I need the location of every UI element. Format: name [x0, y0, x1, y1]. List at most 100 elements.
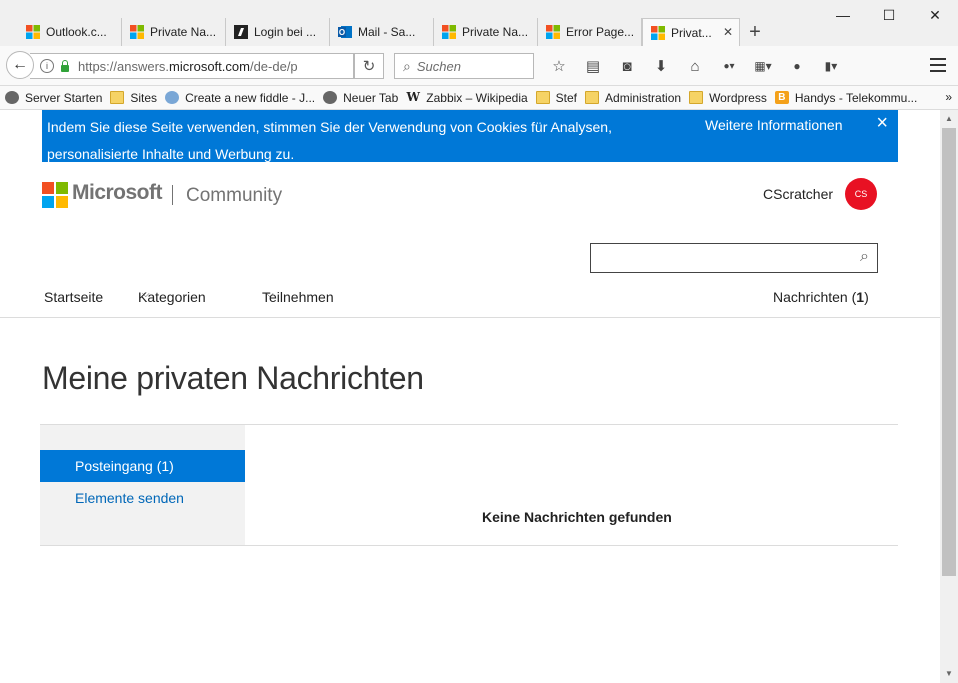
bookmark-item[interactable]: Neuer Tab [323, 91, 398, 105]
bookmark-label: Administration [605, 90, 682, 105]
browser-tab[interactable]: Outlook.c... [18, 18, 122, 46]
browser-tab[interactable]: Private Na... [122, 18, 226, 46]
window-controls: — ☐ ✕ [820, 0, 958, 30]
folder-icon [110, 91, 125, 104]
bookmark-item[interactable]: Server Starten [5, 91, 102, 105]
new-tab-button[interactable]: + [740, 18, 770, 46]
wikipedia-icon: W [406, 90, 421, 104]
minimize-icon[interactable]: — [820, 0, 866, 30]
product-name[interactable]: Community [186, 185, 282, 207]
clipboard-icon[interactable]: ▮▾ [814, 59, 848, 73]
info-icon[interactable]: i [40, 59, 54, 73]
browser-tab-active[interactable]: Privat... ✕ [642, 18, 740, 46]
cookie-message: Indem Sie diese Seite verwenden, stimmen… [47, 119, 612, 162]
messages-label-end: ) [864, 289, 869, 305]
back-button[interactable]: ← [6, 51, 34, 79]
bookmark-label: Server Starten [25, 90, 103, 105]
browser-tab[interactable]: Private Na... [434, 18, 538, 46]
browser-tab[interactable]: Login bei ... [226, 18, 330, 46]
ms-logo-icon [651, 25, 665, 40]
close-tab-icon[interactable]: ✕ [723, 25, 733, 39]
menu-icon[interactable] [930, 58, 946, 72]
download-icon[interactable]: ⬇ [644, 57, 678, 75]
username[interactable]: CScratcher [763, 186, 833, 202]
messages-panel: Posteingang (1) Elemente senden Keine Na… [40, 424, 898, 546]
url-text: https://answers.microsoft.com/de-de/p [78, 59, 340, 74]
bookmarks-overflow-button[interactable]: » [945, 90, 952, 104]
extension-icon[interactable]: ▦▾ [746, 59, 780, 73]
adblock-icon[interactable]: ●▾ [712, 61, 746, 72]
chevron-down-icon: ⌵ [266, 289, 274, 300]
bookmark-label: Wordpress [709, 90, 767, 105]
bookmark-item[interactable]: W Zabbix – Wikipedia [406, 90, 528, 105]
bookmark-label: Stef [555, 90, 578, 105]
ms-logo-icon [26, 25, 40, 39]
ms-logo-icon [546, 25, 560, 39]
reload-icon: ↻ [362, 58, 376, 75]
outlook-icon: O [338, 26, 352, 38]
url-suffix: /de-de/p [249, 58, 298, 74]
scroll-up-icon[interactable]: ▲ [940, 110, 958, 128]
reading-list-icon[interactable]: ▤ [576, 57, 610, 75]
url-bar[interactable]: i https://answers.microsoft.com/de-de/p [30, 53, 354, 79]
svg-text:O: O [339, 28, 345, 37]
search-icon[interactable]: ⌕ [860, 248, 869, 266]
page-content: Indem Sie diese Seite verwenden, stimmen… [0, 110, 940, 683]
bookmark-label: Zabbix – Wikipedia [426, 90, 528, 105]
scrollbar-thumb[interactable] [942, 128, 956, 576]
url-domain: microsoft.com [169, 58, 250, 74]
home-icon[interactable]: ⌂ [678, 58, 712, 75]
cookie-more-info-link[interactable]: Weitere Informationen [705, 114, 842, 136]
lock-icon [60, 60, 70, 72]
vertical-scrollbar[interactable]: ▲ ▼ [940, 110, 958, 683]
sidebar-item-inbox[interactable]: Posteingang (1) [40, 450, 245, 482]
reload-button[interactable]: ↻ [354, 53, 384, 79]
page-title: Meine privaten Nachrichten [42, 360, 424, 396]
site-search-input[interactable]: ⌕ [590, 243, 878, 273]
nav-home[interactable]: Startseite [44, 289, 103, 305]
tab-label: Private Na... [150, 25, 217, 39]
messages-sidebar: Posteingang (1) Elemente senden [40, 425, 245, 545]
tab-label: Error Page... [566, 25, 635, 39]
maximize-icon[interactable]: ☐ [866, 0, 912, 30]
browser-search-input[interactable]: ⌕ Suchen [394, 53, 534, 79]
bookmark-item[interactable]: Administration [585, 91, 681, 105]
bookmark-label: Sites [130, 90, 158, 105]
bookmark-label: Handys - Telekommu... [794, 90, 918, 105]
search-icon: ⌕ [403, 57, 411, 74]
tab-label: Login bei ... [254, 25, 317, 39]
bookmark-label: Create a new fiddle - J... [185, 90, 316, 105]
nav-divider [0, 317, 940, 318]
bookmark-label: Neuer Tab [343, 90, 399, 105]
messages-link[interactable]: Nachrichten (1) [773, 289, 869, 305]
bookmark-item[interactable]: Wordpress [689, 91, 767, 105]
bookmarks-bar: Server Starten Sites Create a new fiddle… [0, 86, 958, 110]
browser-titlebar: Outlook.c... Private Na... Login bei ...… [0, 0, 958, 46]
bookmark-star-icon[interactable]: ☆ [542, 57, 576, 75]
pocket-icon[interactable]: ◙ [610, 58, 644, 75]
tab-label: Mail - Sa... [358, 25, 416, 39]
bookmark-item[interactable]: Stef [535, 90, 578, 105]
bookmark-item[interactable]: Sites [110, 91, 157, 105]
cookie-close-icon[interactable]: × [876, 112, 888, 135]
bookmark-item[interactable]: B Handys - Telekommu... [774, 90, 918, 105]
avatar[interactable]: CS [845, 178, 877, 210]
window-close-icon[interactable]: ✕ [912, 0, 958, 30]
tab-label: Private Na... [462, 25, 529, 39]
navigation-toolbar: i https://answers.microsoft.com/de-de/p … [0, 46, 958, 86]
browser-tab[interactable]: O Mail - Sa... [330, 18, 434, 46]
bookmark-item[interactable]: Create a new fiddle - J... [165, 91, 315, 105]
back-arrow-icon: ← [12, 56, 28, 73]
sidebar-item-sent[interactable]: Elemente senden [40, 482, 245, 514]
tab-label: Privat... [671, 25, 712, 40]
colors-extension-icon[interactable]: ● [780, 59, 814, 73]
ms-logo-icon [442, 25, 456, 39]
tab-label: Outlook.c... [46, 25, 107, 39]
scroll-down-icon[interactable]: ▼ [940, 665, 958, 683]
login-icon [234, 25, 248, 39]
browser-tab[interactable]: Error Page... [538, 18, 642, 46]
microsoft-logo-icon[interactable] [42, 182, 68, 208]
brand-name[interactable]: Microsoft [72, 181, 163, 205]
messages-count: 1 [856, 289, 865, 305]
site-header: Microsoft Community CScratcher CS [42, 178, 898, 210]
